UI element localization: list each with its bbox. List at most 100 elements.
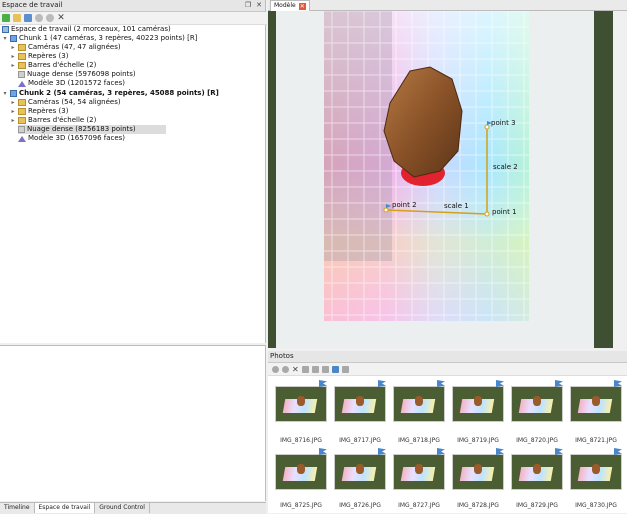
tree-chunk1-markers[interactable]: ▸ Repères (3) xyxy=(10,52,68,61)
rotate-right-icon[interactable] xyxy=(312,365,319,373)
chunk2-label: Chunk 2 (54 caméras, 3 repères, 45088 po… xyxy=(19,89,219,97)
workspace-panel: Espace de travail ❐ ✕ ✕ Espace de travai… xyxy=(0,0,267,343)
photo-thumbnail[interactable]: IMG_8727.JPG xyxy=(393,448,445,509)
folder-icon xyxy=(18,44,26,51)
filter-icon[interactable] xyxy=(322,365,329,373)
photos-title: Photos xyxy=(268,351,627,363)
photo-thumbnail[interactable]: IMG_8726.JPG xyxy=(334,448,386,509)
tree-chunk2-scalebars[interactable]: ▸ Barres d'échelle (2) xyxy=(10,116,96,125)
photo-thumbnail[interactable]: IMG_8729.JPG xyxy=(511,448,563,509)
folder-icon xyxy=(18,117,26,124)
chunk1-markers-label: Repères (3) xyxy=(28,52,69,60)
model-viewport[interactable]: point 3 point 1 point 2 scale 1 scale 2 xyxy=(268,11,613,348)
tree-chunk2-cameras[interactable]: ▸ Caméras (54, 54 alignées) xyxy=(10,98,121,107)
enable-icon[interactable] xyxy=(35,14,43,22)
photo-thumbnail[interactable]: IMG_8728.JPG xyxy=(452,448,504,509)
photo-thumbnail[interactable]: IMG_8716.JPG xyxy=(275,380,327,444)
photo-image xyxy=(452,386,504,422)
view-masks-icon[interactable] xyxy=(332,365,339,373)
tab-timeline[interactable]: Timeline xyxy=(0,503,35,513)
tree-root-label: Espace de travail (2 morceaux, 101 camér… xyxy=(11,25,171,33)
workspace-toolbar: ✕ xyxy=(0,12,267,25)
collapse-icon[interactable]: ▾ xyxy=(2,89,8,98)
expand-icon[interactable]: ▸ xyxy=(10,116,16,125)
delete-icon[interactable]: ✕ xyxy=(292,365,299,373)
photo-thumbnail[interactable]: IMG_8721.JPG xyxy=(570,380,622,444)
tree-chunk1-cameras[interactable]: ▸ Caméras (47, 47 alignées) xyxy=(10,43,121,52)
tree-chunk2-model[interactable]: Modèle 3D (1657096 faces) xyxy=(18,134,125,143)
disable-icon[interactable] xyxy=(282,365,289,373)
expand-icon[interactable]: ▸ xyxy=(10,61,16,70)
expand-icon[interactable]: ▸ xyxy=(10,107,16,116)
rotate-left-icon[interactable] xyxy=(302,365,309,373)
photo-caption: IMG_8719.JPG xyxy=(457,437,499,444)
photo-thumbnail[interactable]: IMG_8717.JPG xyxy=(334,380,386,444)
photo-image xyxy=(393,386,445,422)
disable-icon[interactable] xyxy=(46,14,54,22)
model-scene: point 3 point 1 point 2 scale 1 scale 2 xyxy=(268,11,613,348)
folder-icon xyxy=(18,99,26,106)
folder-icon xyxy=(18,53,26,60)
model-tabbar: Modèle ✕ xyxy=(268,0,627,11)
photo-caption: IMG_8729.JPG xyxy=(516,502,558,509)
photo-caption: IMG_8725.JPG xyxy=(280,502,322,509)
add-photos-icon[interactable] xyxy=(24,14,32,22)
open-icon[interactable] xyxy=(13,14,21,22)
photo-caption: IMG_8716.JPG xyxy=(280,437,322,444)
marker-label: point 1 xyxy=(492,208,517,216)
photo-image xyxy=(511,454,563,490)
chunk2-markers-label: Repères (3) xyxy=(28,107,69,115)
view-mode-icon[interactable] xyxy=(342,365,349,373)
photo-thumbnail[interactable]: IMG_8720.JPG xyxy=(511,380,563,444)
float-icon[interactable]: ❐ xyxy=(245,1,251,9)
chunk2-model-label: Modèle 3D (1657096 faces) xyxy=(28,134,126,142)
tree-chunk2-markers[interactable]: ▸ Repères (3) xyxy=(10,107,68,116)
photo-image xyxy=(334,386,386,422)
chunk2-scalebars-label: Barres d'échelle (2) xyxy=(28,116,97,124)
photo-caption: IMG_8720.JPG xyxy=(516,437,558,444)
delete-icon[interactable]: ✕ xyxy=(57,14,65,23)
tree-chunk2-dense-cloud[interactable]: Nuage dense (8256183 points) xyxy=(18,125,166,134)
close-icon[interactable]: ✕ xyxy=(298,2,306,10)
enable-icon[interactable] xyxy=(272,365,279,373)
expand-icon[interactable]: ▸ xyxy=(10,98,16,107)
photos-toolbar: ✕ xyxy=(268,363,627,376)
marker-label: point 2 xyxy=(392,201,417,209)
photo-thumbnail[interactable]: IMG_8719.JPG xyxy=(452,380,504,444)
tab-ground-control[interactable]: Ground Control xyxy=(95,503,150,513)
bottom-tabbar: Timeline Espace de travail Ground Contro… xyxy=(0,502,266,514)
photo-thumbnail[interactable]: IMG_8725.JPG xyxy=(275,448,327,509)
tree-chunk1[interactable]: ▾ Chunk 1 (47 caméras, 3 repères, 40223 … xyxy=(2,34,197,43)
dense-cloud-icon xyxy=(18,126,25,133)
photo-thumbnail[interactable]: IMG_8718.JPG xyxy=(393,380,445,444)
scale-bar-label: scale 1 xyxy=(444,202,469,210)
close-icon[interactable]: ✕ xyxy=(256,1,262,9)
marker-label: point 3 xyxy=(491,119,516,127)
photo-caption: IMG_8728.JPG xyxy=(457,502,499,509)
tab-workspace[interactable]: Espace de travail xyxy=(34,503,96,513)
chunk1-model-label: Modèle 3D (1201572 faces) xyxy=(28,79,126,87)
tree-chunk2[interactable]: ▾ Chunk 2 (54 caméras, 3 repères, 45088 … xyxy=(2,89,219,98)
expand-icon[interactable]: ▸ xyxy=(10,43,16,52)
chunk1-label: Chunk 1 (47 caméras, 3 repères, 40223 po… xyxy=(19,34,198,42)
tree-chunk1-scalebars[interactable]: ▸ Barres d'échelle (2) xyxy=(10,61,96,70)
add-chunk-icon[interactable] xyxy=(2,14,10,22)
expand-icon[interactable]: ▸ xyxy=(10,52,16,61)
chunk1-scalebars-label: Barres d'échelle (2) xyxy=(28,61,97,69)
photo-thumbnail[interactable]: IMG_8730.JPG xyxy=(570,448,622,509)
photos-title-text: Photos xyxy=(270,352,294,360)
photo-image xyxy=(452,454,504,490)
tree-chunk1-dense-cloud[interactable]: Nuage dense (5976098 points) xyxy=(18,70,136,79)
photo-caption: IMG_8730.JPG xyxy=(575,502,617,509)
tab-model[interactable]: Modèle ✕ xyxy=(270,0,310,11)
folder-icon xyxy=(18,62,26,69)
workspace-title: Espace de travail xyxy=(0,0,265,12)
scale-bar-label: scale 2 xyxy=(493,163,518,171)
tree-chunk1-model[interactable]: Modèle 3D (1201572 faces) xyxy=(18,79,125,88)
workspace-icon xyxy=(2,26,9,33)
chunk1-dense-label: Nuage dense (5976098 points) xyxy=(27,70,136,78)
photos-grid: IMG_8716.JPG IMG_8717.JPG IMG_8718.JPG I… xyxy=(268,376,627,513)
photo-image xyxy=(275,454,327,490)
tree-root[interactable]: Espace de travail (2 morceaux, 101 camér… xyxy=(2,25,171,34)
collapse-icon[interactable]: ▾ xyxy=(2,34,8,43)
